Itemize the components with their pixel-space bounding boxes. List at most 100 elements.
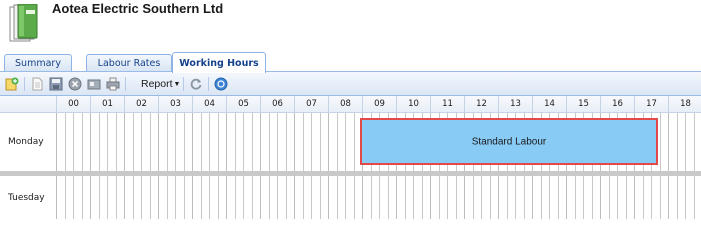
quarter-hour-gridline	[337, 113, 338, 171]
quarter-hour-gridline	[345, 113, 346, 171]
company-name: Aotea Electric Southern Ltd	[52, 1, 224, 16]
quarter-hour-gridline	[286, 113, 287, 171]
hour-header-10: 10	[396, 96, 430, 113]
quarter-hour-gridline	[345, 176, 346, 219]
quarter-hour-gridline	[388, 176, 389, 219]
quarter-hour-gridline	[65, 176, 66, 219]
quarter-hour-gridline	[694, 176, 695, 219]
quarter-hour-gridline	[549, 176, 550, 219]
quarter-hour-gridline	[116, 113, 117, 171]
report-menu-button[interactable]: Report▼	[141, 77, 180, 91]
hour-header-02: 02	[124, 96, 158, 113]
tab-summary[interactable]: Summary	[4, 54, 72, 72]
refresh-icon[interactable]	[189, 77, 203, 91]
quarter-hour-gridline	[73, 176, 74, 219]
hour-gridline	[90, 176, 91, 219]
hour-header-13: 13	[498, 96, 532, 113]
hour-header-09: 09	[362, 96, 396, 113]
hour-gridline	[260, 113, 261, 171]
hour-gridline	[634, 176, 635, 219]
tab-labour-rates[interactable]: Labour Rates	[86, 54, 172, 72]
save-icon[interactable]	[49, 77, 63, 91]
print-icon[interactable]	[106, 77, 120, 91]
hour-gridline	[90, 113, 91, 171]
quarter-hour-gridline	[311, 176, 312, 219]
hour-gridline	[56, 113, 57, 171]
quarter-hour-gridline	[99, 176, 100, 219]
quarter-hour-gridline	[694, 113, 695, 171]
toolbar-separator	[208, 77, 209, 91]
quarter-hour-gridline	[218, 113, 219, 171]
add-icon[interactable]	[5, 77, 19, 91]
hour-gridline	[328, 176, 329, 219]
hour-gridline	[158, 113, 159, 171]
cancel-icon[interactable]	[68, 77, 82, 91]
quarter-hour-gridline	[235, 176, 236, 219]
hour-gridline	[396, 176, 397, 219]
hour-header-00: 00	[56, 96, 90, 113]
quarter-hour-gridline	[116, 176, 117, 219]
help-icon[interactable]	[214, 77, 228, 91]
hour-header-row: 00 01 02 03 04 05 06 07 08 09 10 11 12 13 14 15 16 17 18	[0, 96, 701, 113]
toolbar: Report▼	[0, 72, 701, 96]
quarter-hour-gridline	[541, 176, 542, 219]
hour-header-18: 18	[668, 96, 701, 113]
schedule-block-label: Standard Labour	[471, 136, 547, 147]
hour-header-16: 16	[600, 96, 634, 113]
quarter-hour-gridline	[209, 176, 210, 219]
quarter-hour-gridline	[592, 176, 593, 219]
card-icon[interactable]	[87, 77, 101, 91]
quarter-hour-gridline	[422, 176, 423, 219]
hour-gridline	[294, 176, 295, 219]
quarter-hour-gridline	[209, 113, 210, 171]
hour-header-12: 12	[464, 96, 498, 113]
quarter-hour-gridline	[82, 176, 83, 219]
quarter-hour-gridline	[354, 176, 355, 219]
header-corner	[0, 96, 56, 113]
quarter-hour-gridline	[354, 113, 355, 171]
quarter-hour-gridline	[617, 176, 618, 219]
hour-header-15: 15	[566, 96, 600, 113]
quarter-hour-gridline	[269, 113, 270, 171]
quarter-hour-gridline	[439, 176, 440, 219]
quarter-hour-gridline	[184, 113, 185, 171]
hour-gridline	[192, 176, 193, 219]
quarter-hour-gridline	[175, 176, 176, 219]
quarter-hour-gridline	[243, 113, 244, 171]
quarter-hour-gridline	[413, 176, 414, 219]
quarter-hour-gridline	[515, 176, 516, 219]
quarter-hour-gridline	[184, 176, 185, 219]
quarter-hour-gridline	[73, 113, 74, 171]
hour-gridline	[192, 113, 193, 171]
quarter-hour-gridline	[201, 176, 202, 219]
quarter-hour-gridline	[65, 113, 66, 171]
quarter-hour-gridline	[379, 176, 380, 219]
hour-gridline	[124, 113, 125, 171]
schedule-block[interactable]: Standard Labour	[360, 118, 658, 165]
quarter-hour-gridline	[201, 113, 202, 171]
hour-header-01: 01	[90, 96, 124, 113]
quarter-hour-gridline	[303, 113, 304, 171]
quarter-hour-gridline	[235, 113, 236, 171]
quarter-hour-gridline	[651, 176, 652, 219]
quarter-hour-gridline	[107, 176, 108, 219]
document-icon[interactable]	[30, 77, 44, 91]
quarter-hour-gridline	[141, 113, 142, 171]
quarter-hour-gridline	[583, 176, 584, 219]
quarter-hour-gridline	[277, 113, 278, 171]
tab-summary-label: Summary	[15, 58, 61, 69]
quarter-hour-gridline	[609, 176, 610, 219]
tab-working-hours[interactable]: Working Hours	[172, 52, 266, 73]
quarter-hour-gridline	[269, 176, 270, 219]
toolbar-separator	[125, 77, 126, 91]
quarter-hour-gridline	[481, 176, 482, 219]
quarter-hour-gridline	[447, 176, 448, 219]
hour-gridline	[566, 176, 567, 219]
hour-header-07: 07	[294, 96, 328, 113]
quarter-hour-gridline	[243, 176, 244, 219]
quarter-hour-gridline	[150, 176, 151, 219]
hour-gridline	[226, 176, 227, 219]
quarter-hour-gridline	[405, 176, 406, 219]
hour-header-03: 03	[158, 96, 192, 113]
hour-header-05: 05	[226, 96, 260, 113]
